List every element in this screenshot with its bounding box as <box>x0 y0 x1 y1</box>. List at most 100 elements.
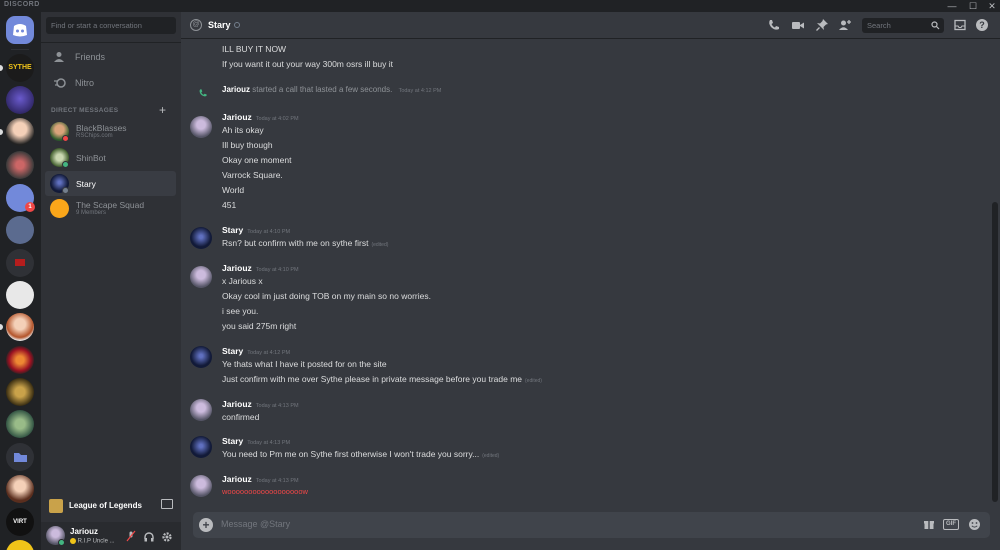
timestamp: Today at 4:12 PM <box>247 350 291 356</box>
emoji-picker-icon[interactable] <box>967 518 981 532</box>
server-icon[interactable] <box>6 118 34 146</box>
headphones-icon[interactable] <box>143 530 155 542</box>
game-icon <box>49 499 63 513</box>
server-icon[interactable] <box>6 540 34 550</box>
server-folder[interactable] <box>6 443 34 471</box>
search-input[interactable]: Search <box>862 18 944 33</box>
dm-name: BlackBlasses <box>76 123 127 133</box>
unread-pill <box>0 129 3 135</box>
mute-mic-icon[interactable] <box>125 530 137 542</box>
voice-call-icon[interactable] <box>767 18 781 32</box>
game-name: League of Legends <box>69 501 142 510</box>
message-text: you said 275m right <box>222 321 297 331</box>
message-author[interactable]: Jariouz Today at 4:02 PM <box>222 112 299 122</box>
add-friend-icon[interactable] <box>838 18 852 32</box>
maximize-button[interactable]: ☐ <box>964 0 982 12</box>
timestamp: Today at 4:13 PM <box>255 403 299 409</box>
chat-area: @ Stary Search ? ILL BUY IT NOW If you w… <box>181 12 1000 550</box>
timestamp: Today at 4:10 PM <box>247 229 291 235</box>
gift-icon[interactable] <box>922 518 936 532</box>
server-virt[interactable]: VIRT <box>6 508 34 536</box>
system-author[interactable]: Jariouz <box>222 85 250 94</box>
help-icon[interactable]: ? <box>976 19 988 31</box>
message-author[interactable]: Jariouz Today at 4:13 PM <box>222 399 299 409</box>
server-icon[interactable] <box>6 410 34 438</box>
server-sythe[interactable]: SYTHE <box>6 54 34 82</box>
server-icon[interactable] <box>6 151 34 179</box>
server-icon[interactable] <box>6 249 34 277</box>
pin-icon[interactable] <box>815 18 829 32</box>
mention-badge: 1 <box>25 202 35 212</box>
nav-label: Nitro <box>75 78 95 88</box>
server-icon[interactable] <box>6 475 34 503</box>
system-message: Jariouz started a call that lasted a few… <box>222 85 441 94</box>
scrollbar[interactable] <box>992 202 998 502</box>
message-text: Okay cool im just doing TOB on my main s… <box>222 291 431 301</box>
server-icon[interactable] <box>6 281 34 309</box>
dm-name: Stary <box>76 179 96 189</box>
channel-header: @ Stary Search ? <box>181 12 1000 39</box>
inbox-icon[interactable] <box>953 18 967 32</box>
nitro-icon <box>53 76 67 90</box>
edited-tag: (edited) <box>482 453 500 459</box>
user-avatar[interactable] <box>190 227 212 249</box>
timestamp: Today at 4:02 PM <box>255 116 299 122</box>
status-offline <box>62 187 69 194</box>
username: Jariouz <box>70 527 99 536</box>
dm-item-blackblasses[interactable]: BlackBlasses RSChips.com <box>45 119 176 144</box>
user-avatar[interactable] <box>190 266 212 288</box>
dm-name: The Scape Squad <box>76 200 145 210</box>
group-avatar <box>50 199 69 218</box>
message-composer[interactable]: + Message @Stary GIF <box>193 512 990 538</box>
server-icon[interactable] <box>6 378 34 406</box>
message-list: ILL BUY IT NOW If you want it out your w… <box>181 40 1000 510</box>
custom-status: R.I.P Uncle ... <box>70 538 115 545</box>
edited-tag: (edited) <box>371 242 389 248</box>
home-button[interactable] <box>6 16 34 44</box>
server-folder[interactable] <box>6 216 34 244</box>
gif-button[interactable]: GIF <box>943 519 959 530</box>
dm-item-shinbot[interactable]: ShinBot <box>45 145 176 170</box>
message-author[interactable]: Jariouz Today at 4:13 PM <box>222 474 299 484</box>
friends-icon <box>53 50 67 64</box>
server-icon[interactable] <box>6 313 34 341</box>
dm-search-input[interactable]: Find or start a conversation <box>46 17 176 34</box>
message-text: Just confirm with me over Sythe please i… <box>222 374 542 384</box>
user-avatar[interactable] <box>190 475 212 497</box>
user-avatar[interactable] <box>190 346 212 368</box>
message-author[interactable]: Stary Today at 4:12 PM <box>222 346 290 356</box>
user-avatar[interactable] <box>190 116 212 138</box>
timestamp: Today at 4:13 PM <box>255 478 299 484</box>
screen-share-icon[interactable] <box>161 499 173 509</box>
status-online <box>62 161 69 168</box>
search-icon <box>931 21 940 30</box>
timestamp: Today at 4:10 PM <box>255 267 299 273</box>
dm-item-scape-squad[interactable]: The Scape Squad 9 Members <box>45 196 176 221</box>
message-text: Varrock Square. <box>222 170 283 180</box>
message-author[interactable]: Jariouz Today at 4:10 PM <box>222 263 299 273</box>
folder-icon <box>14 453 27 462</box>
user-avatar[interactable] <box>190 436 212 458</box>
nav-friends[interactable]: Friends <box>45 46 175 68</box>
upload-plus-icon[interactable]: + <box>199 518 213 532</box>
video-call-icon[interactable] <box>791 18 805 32</box>
message-author[interactable]: Stary Today at 4:10 PM <box>222 225 290 235</box>
user-avatar[interactable] <box>190 399 212 421</box>
message-text: Rsn? but confirm with me on sythe first(… <box>222 238 389 248</box>
timestamp: Today at 4:12 PM <box>398 88 442 94</box>
status-dnd <box>62 135 69 142</box>
server-icon[interactable] <box>6 86 34 114</box>
server-icon[interactable] <box>6 346 34 374</box>
nav-nitro[interactable]: Nitro <box>45 72 175 94</box>
divider <box>41 42 181 43</box>
close-button[interactable]: ✕ <box>983 0 1000 12</box>
settings-gear-icon[interactable] <box>161 530 173 542</box>
title-bar: DISCORD — ☐ ✕ <box>0 0 1000 12</box>
message-text: i see you. <box>222 306 259 316</box>
message-input[interactable]: Message @Stary <box>221 519 290 529</box>
minimize-button[interactable]: — <box>943 0 961 12</box>
edited-tag: (edited) <box>525 378 542 384</box>
create-dm-button[interactable]: + <box>159 103 166 117</box>
dm-item-stary[interactable]: Stary <box>45 171 176 196</box>
message-author[interactable]: Stary Today at 4:13 PM <box>222 436 290 446</box>
